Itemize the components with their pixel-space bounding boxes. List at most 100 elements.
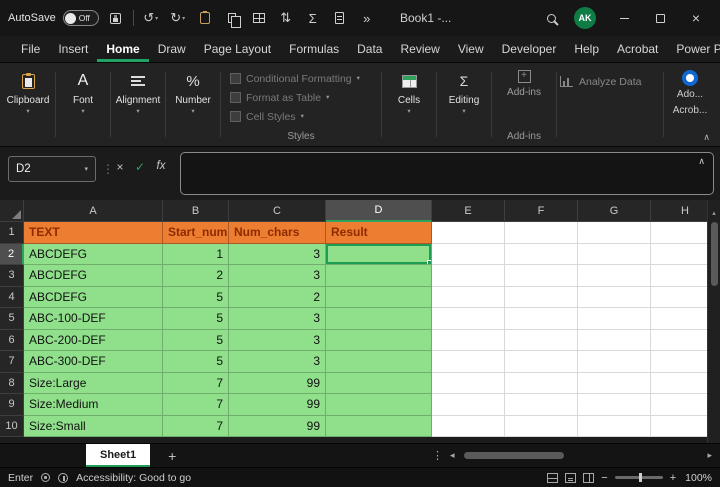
- cell-c8[interactable]: 99: [229, 372, 326, 394]
- cell-c9[interactable]: 99: [229, 394, 326, 416]
- cell-a6[interactable]: ABC-200-DEF: [24, 329, 163, 351]
- cell-d9[interactable]: [326, 394, 432, 416]
- enter-button[interactable]: ✓: [130, 160, 150, 174]
- undo-button[interactable]: ↺ ▾: [141, 5, 161, 31]
- cell[interactable]: [578, 222, 651, 244]
- normal-view-icon[interactable]: [547, 472, 559, 483]
- cell[interactable]: [432, 329, 505, 351]
- row-header-9[interactable]: 9: [0, 394, 24, 416]
- collapse-ribbon-chevron-icon[interactable]: ∧: [703, 132, 710, 143]
- column-header-f[interactable]: F: [505, 200, 578, 222]
- cell-c2[interactable]: 3: [229, 243, 326, 265]
- column-header-g[interactable]: G: [578, 200, 651, 222]
- editing-group-button[interactable]: Σ Editing ▾: [440, 63, 488, 146]
- cell-c6[interactable]: 3: [229, 329, 326, 351]
- add-ins-button[interactable]: Add-ins: [507, 70, 541, 98]
- alignment-group-button[interactable]: Alignment ▾: [114, 63, 162, 146]
- paste-button[interactable]: [195, 5, 215, 31]
- tab-page-layout[interactable]: Page Layout: [195, 36, 280, 62]
- cell-a2[interactable]: ABCDEFG: [24, 243, 163, 265]
- tab-file[interactable]: File: [12, 36, 49, 62]
- fill-handle[interactable]: [427, 260, 431, 265]
- borders-button[interactable]: [249, 5, 269, 31]
- cell[interactable]: [578, 243, 651, 265]
- cell-b2[interactable]: 1: [163, 243, 229, 265]
- cell[interactable]: [505, 329, 578, 351]
- tab-options-icon[interactable]: ⋮: [432, 449, 443, 462]
- cell-c10[interactable]: 99: [229, 415, 326, 437]
- cell-d6[interactable]: [326, 329, 432, 351]
- cell[interactable]: [578, 308, 651, 330]
- cell[interactable]: [432, 372, 505, 394]
- cell-a9[interactable]: Size:Medium: [24, 394, 163, 416]
- column-header-b[interactable]: B: [163, 200, 229, 222]
- cell[interactable]: [505, 286, 578, 308]
- insert-function-button[interactable]: fx: [151, 160, 171, 172]
- tab-insert[interactable]: Insert: [49, 36, 97, 62]
- row-header-10[interactable]: 10: [0, 415, 24, 437]
- analyze-data-button[interactable]: Analyze Data: [560, 63, 660, 146]
- cell-b1[interactable]: Start_num: [163, 222, 229, 244]
- cell[interactable]: [505, 265, 578, 287]
- tab-power-pivot[interactable]: Power Pivot: [667, 36, 720, 62]
- cell-b6[interactable]: 5: [163, 329, 229, 351]
- zoom-level[interactable]: 100%: [685, 472, 712, 484]
- sort-button[interactable]: ⇅: [276, 5, 296, 31]
- new-file-button[interactable]: [330, 5, 350, 31]
- autosum-button[interactable]: Σ: [303, 5, 323, 31]
- cell-a7[interactable]: ABC-300-DEF: [24, 351, 163, 373]
- number-group-button[interactable]: % Number ▾: [169, 63, 217, 146]
- chevron-down-icon[interactable]: ▾: [182, 15, 185, 22]
- cell[interactable]: [578, 372, 651, 394]
- cell[interactable]: [578, 415, 651, 437]
- row-header-4[interactable]: 4: [0, 286, 24, 308]
- row-header-6[interactable]: 6: [0, 329, 24, 351]
- cell-c1[interactable]: Num_chars: [229, 222, 326, 244]
- cell[interactable]: [505, 415, 578, 437]
- zoom-slider[interactable]: [614, 473, 663, 482]
- row-header-3[interactable]: 3: [0, 265, 24, 287]
- cell-b8[interactable]: 7: [163, 372, 229, 394]
- column-header-a[interactable]: A: [24, 200, 163, 222]
- cell-b7[interactable]: 5: [163, 351, 229, 373]
- column-header-d[interactable]: D: [326, 200, 432, 222]
- chevron-down-icon[interactable]: ▾: [155, 15, 158, 22]
- tab-formulas[interactable]: Formulas: [280, 36, 348, 62]
- cells-group-button[interactable]: Cells ▾: [385, 63, 433, 146]
- name-box[interactable]: D2 ▾: [8, 156, 96, 182]
- page-layout-view-icon[interactable]: [565, 472, 577, 483]
- page-break-view-icon[interactable]: [583, 472, 595, 483]
- horizontal-scrollbar-thumb[interactable]: [463, 452, 564, 459]
- chevron-down-icon[interactable]: ▾: [84, 165, 88, 173]
- save-button[interactable]: [106, 5, 126, 31]
- scroll-up-icon[interactable]: ▴: [712, 206, 716, 220]
- search-icon[interactable]: [547, 13, 556, 23]
- accessibility-status[interactable]: Accessibility: Good to go: [76, 472, 191, 484]
- row-header-7[interactable]: 7: [0, 351, 24, 373]
- row-header-2[interactable]: 2: [0, 243, 24, 265]
- cell-d10[interactable]: [326, 415, 432, 437]
- select-all-button[interactable]: [0, 200, 24, 222]
- row-header-5[interactable]: 5: [0, 308, 24, 330]
- vertical-scrollbar[interactable]: ▴: [707, 200, 720, 443]
- cell-d8[interactable]: [326, 372, 432, 394]
- cell-d7[interactable]: [326, 351, 432, 373]
- cell[interactable]: [505, 243, 578, 265]
- clipboard-group-button[interactable]: Clipboard ▾: [4, 63, 52, 146]
- cell-b5[interactable]: 5: [163, 308, 229, 330]
- add-sheet-button[interactable]: +: [168, 444, 176, 467]
- cell-c3[interactable]: 3: [229, 265, 326, 287]
- cell-a8[interactable]: Size:Large: [24, 372, 163, 394]
- cell[interactable]: [578, 265, 651, 287]
- column-header-e[interactable]: E: [432, 200, 505, 222]
- cancel-button[interactable]: ×: [110, 160, 130, 174]
- cell[interactable]: [578, 351, 651, 373]
- autosave-toggle[interactable]: Off: [62, 10, 99, 26]
- tab-view[interactable]: View: [449, 36, 493, 62]
- cell-a5[interactable]: ABC-100-DEF: [24, 308, 163, 330]
- toolbar-overflow-button[interactable]: »: [357, 5, 377, 31]
- tab-draw[interactable]: Draw: [149, 36, 195, 62]
- cell[interactable]: [432, 243, 505, 265]
- cell-a1[interactable]: TEXT: [24, 222, 163, 244]
- cell[interactable]: [505, 372, 578, 394]
